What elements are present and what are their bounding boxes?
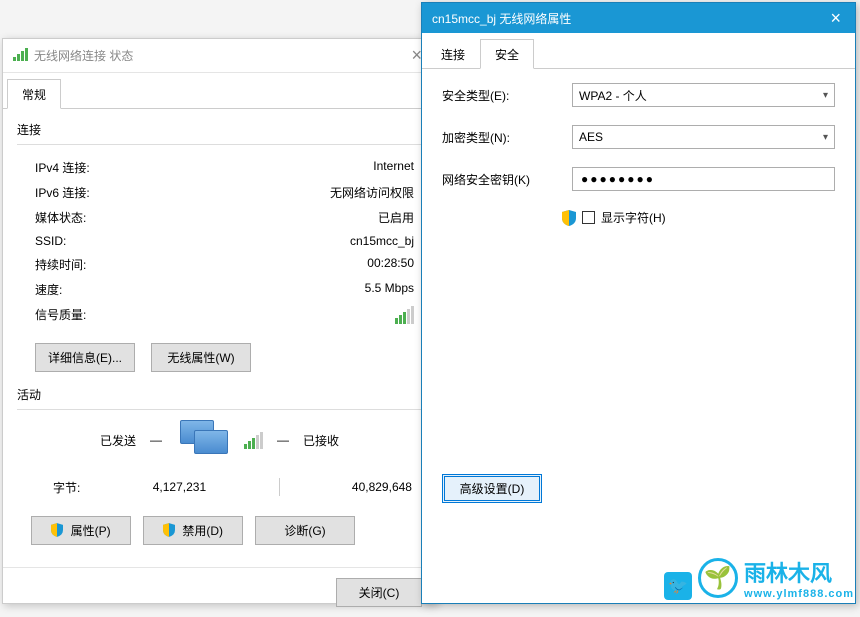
ipv4-value: Internet (373, 159, 414, 176)
tab-security[interactable]: 安全 (480, 39, 534, 69)
watermark: 🐦 🌱 雨林木风 www.ylmf888.com (698, 556, 854, 600)
bytes-label: 字节: (53, 479, 80, 496)
window-title: cn15mcc_bj 无线网络属性 (432, 10, 826, 27)
ipv4-label: IPv4 连接: (35, 159, 90, 176)
speed-label: 速度: (35, 281, 62, 298)
window-title: 无线网络连接 状态 (34, 47, 407, 64)
signal-label: 信号质量: (35, 306, 86, 327)
vertical-divider (279, 478, 280, 496)
network-key-label: 网络安全密钥(K) (442, 171, 572, 188)
shield-icon (562, 210, 576, 226)
ipv6-value: 无网络访问权限 (330, 184, 414, 201)
tab-general[interactable]: 常规 (7, 79, 61, 109)
wireless-signal-icon (13, 48, 28, 64)
sent-label: 已发送 (100, 432, 136, 449)
title-bar: cn15mcc_bj 无线网络属性 × (422, 3, 855, 33)
separator (17, 409, 422, 410)
signal-quality-icon (395, 306, 414, 327)
duration-value: 00:28:50 (367, 256, 414, 273)
encryption-type-label: 加密类型(N): (442, 129, 572, 146)
duration-label: 持续时间: (35, 256, 86, 273)
chevron-down-icon: ▾ (823, 132, 828, 143)
footer: 关闭(C) (3, 567, 436, 617)
connection-details: IPv4 连接: Internet IPv6 连接: 无网络访问权限 媒体状态: 已启… (17, 155, 422, 331)
media-label: 媒体状态: (35, 209, 86, 226)
properties-button[interactable]: 属性(P) (31, 516, 131, 545)
tab-bar: 连接 安全 (422, 33, 855, 69)
monitors-icon (176, 420, 230, 460)
wireless-properties-button[interactable]: 无线属性(W) (151, 343, 251, 372)
received-label: 已接收 (303, 432, 339, 449)
separator (17, 144, 422, 145)
ssid-label: SSID: (35, 234, 66, 248)
close-icon[interactable]: × (826, 8, 845, 29)
properties-button-label: 属性(P) (71, 524, 111, 538)
ssid-value: cn15mcc_bj (350, 234, 414, 248)
watermark-url: www.ylmf888.com (744, 588, 854, 600)
activity-signal-icon (244, 432, 263, 449)
details-buttons: 详细信息(E)... 无线属性(W) (17, 343, 422, 372)
media-value: 已启用 (378, 209, 414, 226)
disable-button[interactable]: 禁用(D) (143, 516, 243, 545)
title-bar: 无线网络连接 状态 × (3, 39, 436, 73)
chevron-down-icon: ▾ (823, 90, 828, 101)
bytes-received-value: 40,829,648 (352, 480, 412, 494)
show-characters-checkbox[interactable] (582, 211, 595, 224)
diagnose-button[interactable]: 诊断(G) (255, 516, 355, 545)
network-key-input[interactable]: ●●●●●●●● (572, 167, 835, 191)
encryption-type-value: AES (579, 130, 603, 144)
bird-icon: 🐦 (664, 572, 692, 600)
connection-heading: 连接 (17, 121, 422, 138)
wireless-status-window: 无线网络连接 状态 × 常规 连接 IPv4 连接: Internet IPv6 … (2, 38, 437, 604)
activity-indicator-sent-icon: — (150, 433, 162, 447)
details-button[interactable]: 详细信息(E)... (35, 343, 135, 372)
leaf-logo-icon: 🌱 (698, 558, 738, 598)
bytes-sent-value: 4,127,231 (153, 480, 206, 494)
security-type-label: 安全类型(E): (442, 87, 572, 104)
shield-icon (163, 523, 175, 537)
encryption-type-select[interactable]: AES ▾ (572, 125, 835, 149)
shield-icon (51, 523, 63, 537)
ipv6-label: IPv6 连接: (35, 184, 90, 201)
security-type-select[interactable]: WPA2 - 个人 ▾ (572, 83, 835, 107)
activity-graphic: 已发送 — — 已接收 (17, 420, 422, 460)
tab-bar: 常规 (3, 73, 436, 109)
action-buttons: 属性(P) 禁用(D) 诊断(G) (17, 516, 422, 545)
disable-button-label: 禁用(D) (182, 524, 223, 538)
wireless-properties-window: cn15mcc_bj 无线网络属性 × 连接 安全 安全类型(E): WPA2 … (421, 2, 856, 604)
watermark-name: 雨林木风 (744, 561, 832, 586)
activity-indicator-received-icon: — (277, 433, 289, 447)
activity-heading: 活动 (17, 386, 422, 403)
network-key-value: ●●●●●●●● (581, 172, 655, 186)
tab-connection[interactable]: 连接 (426, 39, 480, 69)
speed-value: 5.5 Mbps (365, 281, 414, 298)
show-characters-row: 显示字符(H) (562, 209, 835, 226)
security-type-value: WPA2 - 个人 (579, 87, 647, 104)
show-characters-label: 显示字符(H) (601, 209, 666, 226)
advanced-settings-button[interactable]: 高级设置(D) (442, 474, 542, 503)
bytes-row: 字节: 4,127,231 40,829,648 (17, 478, 422, 496)
panel-body: 连接 IPv4 连接: Internet IPv6 连接: 无网络访问权限 媒体状态… (3, 109, 436, 567)
close-button[interactable]: 关闭(C) (336, 578, 422, 607)
security-panel: 安全类型(E): WPA2 - 个人 ▾ 加密类型(N): AES ▾ 网络安全… (422, 69, 855, 240)
